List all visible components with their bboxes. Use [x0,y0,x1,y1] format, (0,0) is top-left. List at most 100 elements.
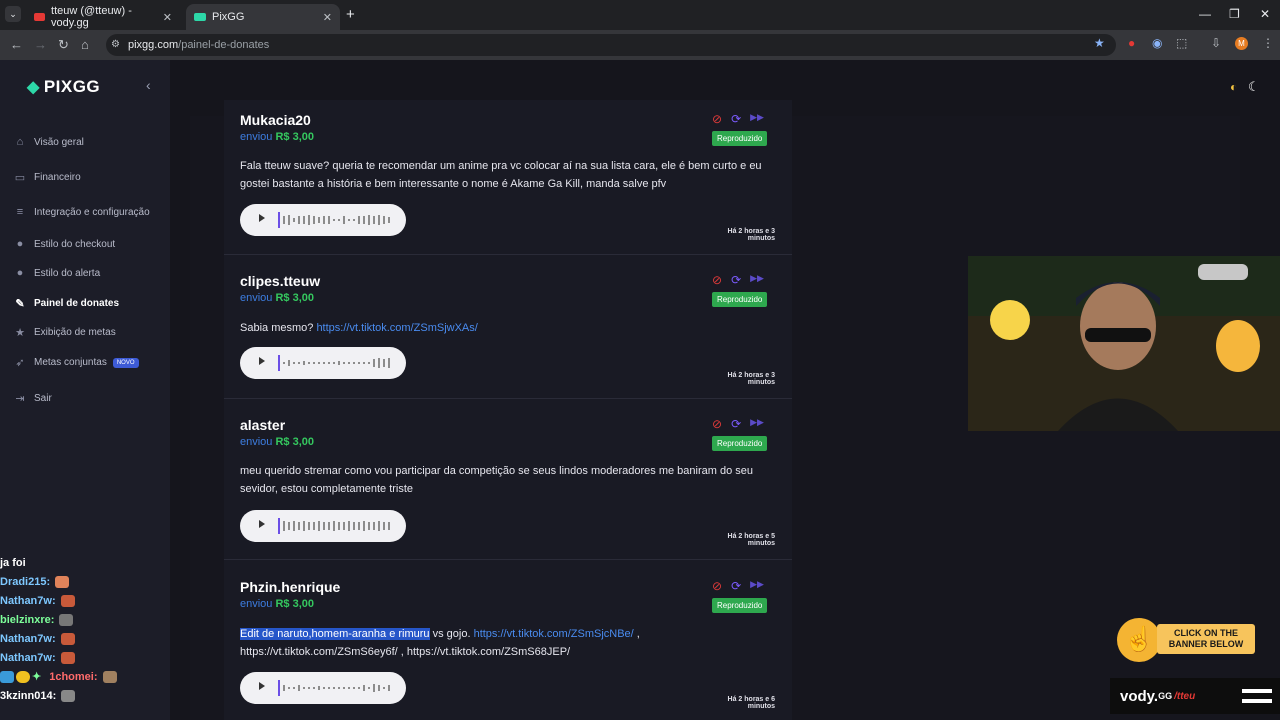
sidebar-item-label: Visão geral [34,136,84,148]
replay-icon[interactable]: ⟳ [731,579,741,593]
browser-tab-vody[interactable]: tteuw (@tteuw) - vody.gg ✕ [26,4,180,30]
chat-message: ja foi [0,553,170,572]
bookmark-star-icon[interactable]: ★ [1094,36,1105,50]
sidebar-item-visao-geral[interactable]: ⌂ Visão geral [14,136,84,148]
waveform[interactable] [278,680,396,696]
moon-icon[interactable]: ☾ [1248,79,1260,95]
donation-amount: R$ 3,00 [275,436,315,448]
chat-username: Nathan7w: [0,651,56,664]
emote-icon [102,670,117,683]
minimize-icon[interactable]: — [1199,7,1211,21]
audio-player [240,204,406,236]
url-text[interactable]: pixgg.com/painel-de-donates [128,39,269,51]
skip-icon[interactable]: ▶▶ [750,273,764,287]
chat-message: Dradi215: [0,572,170,591]
chat-username: bielzinxre: [0,613,55,626]
card-actions: ⊘ ⟳ ▶▶ [712,417,764,431]
new-tab-button[interactable]: + [346,6,355,23]
skip-icon[interactable]: ▶▶ [750,417,764,431]
star-icon: ★ [15,327,25,339]
sidebar-item-estilo-alerta[interactable]: ● Estilo do alerta [14,267,100,279]
close-tab-icon[interactable]: ✕ [323,11,332,24]
pixgg-logo[interactable]: ◆ PIXGG [27,77,100,97]
play-icon[interactable] [259,357,265,365]
audio-player [240,510,406,542]
block-icon[interactable]: ⊘ [712,273,722,287]
block-icon[interactable]: ⊘ [712,417,722,431]
collapse-sidebar-icon[interactable]: ‹ [146,77,151,93]
replay-icon[interactable]: ⟳ [731,273,741,287]
logo-text: PIXGG [43,77,101,96]
palette-icon: ● [16,267,24,279]
replay-icon[interactable]: ⟳ [731,112,741,126]
block-icon[interactable]: ⊘ [712,579,722,593]
cast-icon[interactable]: ◉ [1152,36,1162,50]
tab-title: PixGG [212,11,245,23]
site-info-icon[interactable]: ⚙ [111,39,120,50]
play-icon[interactable] [259,214,265,222]
donation-time: Há 2 horas e 3 minutos [727,372,775,386]
block-icon[interactable]: ⊘ [712,112,722,126]
sidebar-item-sair[interactable]: ⇥ Sair [14,392,51,405]
emote-icon [60,632,75,645]
message-text: vs gojo. [429,628,474,640]
message-link[interactable]: https://vt.tiktok.com/ZSmSjcNBe/ [474,628,634,640]
replay-icon[interactable]: ⟳ [731,417,741,431]
skip-icon[interactable]: ▶▶ [750,112,764,126]
donation-time: Há 2 horas e 3 minutos [727,228,775,242]
vody-brand-banner[interactable]: vody. GG/tteu [1110,678,1280,714]
close-window-icon[interactable]: ✕ [1260,7,1270,21]
vody-logo-icon [1242,689,1272,703]
wallet-icon: ▭ [14,172,26,184]
close-tab-icon[interactable]: ✕ [163,11,172,24]
click-banner-cta[interactable]: ☝ CLICK ON THE BANNER BELOW [1117,618,1255,662]
skip-icon[interactable]: ▶▶ [750,579,764,593]
sidebar-item-label: Integração e configuração [34,206,150,218]
download-icon[interactable]: ⇩ [1211,36,1221,50]
donation-amount-line: enviou R$ 3,00 [240,131,314,143]
sidebar-item-financeiro[interactable]: ▭ Financeiro [14,171,81,184]
home-icon: ⌂ [16,136,24,148]
chat-message: Nathan7w: [0,591,170,610]
sidebar-item-metas-conjuntas[interactable]: ➶ Metas conjuntas NOVO [14,356,139,369]
back-icon[interactable]: ← [10,37,23,52]
sidebar-item-painel-donates[interactable]: ✎ Painel de donates [14,297,119,310]
palette-icon: ● [16,238,24,250]
donation-card: clipes.tteuw enviou R$ 3,00 ⊘ ⟳ ▶▶ Reprodu… [224,255,792,399]
message-link[interactable]: https://vt.tiktok.com/ZSmSjwXAs/ [316,322,477,334]
tab-search-button[interactable]: ⌄ [5,6,21,22]
restore-icon[interactable]: ❐ [1229,7,1240,21]
waveform[interactable] [278,518,396,534]
chat-username: 3kzinn014: [0,689,57,702]
donation-time: Há 2 horas e 6 minutos [727,696,775,710]
sidebar-item-estilo-checkout[interactable]: ● Estilo do checkout [14,238,116,250]
new-badge: NOVO [112,357,139,368]
profile-avatar[interactable]: M [1235,37,1248,50]
play-icon[interactable] [259,520,265,528]
extension-icon[interactable]: ● [1128,36,1135,50]
donation-card: Mukacia20 enviou R$ 3,00 ⊘ ⟳ ▶▶ Reproduzid… [224,100,792,255]
donation-message: Edit de naruto,homem-aranha e rimuru vs … [240,625,770,661]
sun-icon[interactable]: ◐ [1230,80,1237,94]
chat-message: bielzinxre: [0,610,170,629]
chat-message: Nathan7w: [0,629,170,648]
url-host: pixgg.com [128,39,179,51]
waveform[interactable] [278,212,396,228]
sidebar-item-exibicao-metas[interactable]: ★ Exibição de metas [14,326,116,339]
reload-icon[interactable]: ↻ [58,37,69,53]
home-icon[interactable]: ⌂ [81,37,89,52]
vody-favicon-icon [34,13,46,21]
forward-icon[interactable]: → [34,37,47,52]
pixgg-favicon-icon [194,13,206,21]
sidebar-item-integracao[interactable]: ≡ Integração e configuração [14,206,150,218]
menu-dots-icon[interactable]: ⋮ [1262,36,1274,50]
chat-username: Nathan7w: [0,632,56,645]
donation-amount-line: enviou R$ 3,00 [240,598,314,610]
waveform[interactable] [278,355,396,371]
browser-tab-pixgg[interactable]: PixGG ✕ [186,4,340,30]
play-icon[interactable] [259,682,265,690]
card-actions: ⊘ ⟳ ▶▶ [712,112,764,126]
sidebar-item-label: Estilo do alerta [34,267,101,279]
status-badge: Reproduzido [712,131,768,146]
extensions-puzzle-icon[interactable]: ⬚ [1176,36,1187,50]
